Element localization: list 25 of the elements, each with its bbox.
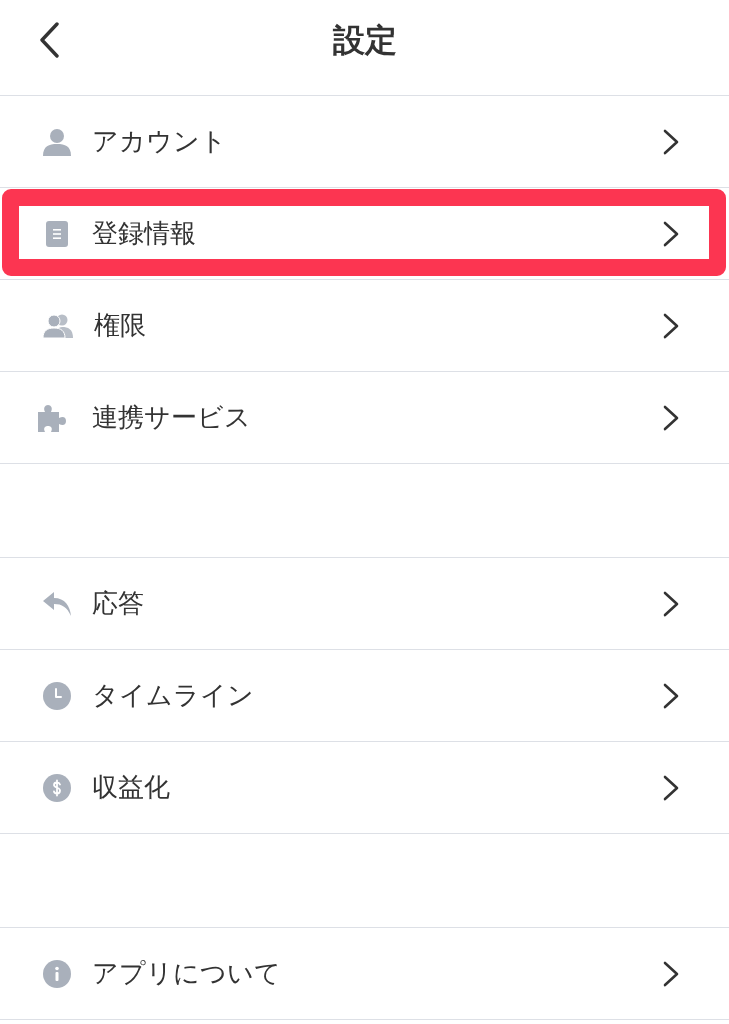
chevron-right-icon	[663, 312, 679, 339]
chevron-right-icon	[663, 404, 679, 431]
settings-item[interactable]: アカウント	[0, 96, 729, 188]
info-icon	[43, 959, 71, 988]
settings-item[interactable]: 収益化	[0, 742, 729, 834]
chevron-right-icon	[663, 590, 679, 617]
dollar-coin-icon	[43, 773, 71, 802]
reply-arrow-icon	[43, 591, 71, 616]
settings-item[interactable]: タイムライン	[0, 650, 729, 742]
clock-icon	[43, 681, 71, 710]
chevron-right-icon	[663, 128, 679, 155]
settings-item[interactable]: アプリについて	[0, 928, 729, 1020]
people-icon	[43, 313, 73, 338]
settings-item[interactable]: 権限	[0, 280, 729, 372]
settings-item[interactable]: 連携サービス	[0, 372, 729, 464]
chevron-left-icon	[38, 22, 60, 58]
settings-item[interactable]: 登録情報	[0, 188, 729, 280]
document-icon	[46, 220, 68, 247]
chevron-right-icon	[663, 774, 679, 801]
chevron-right-icon	[663, 960, 679, 987]
chevron-right-icon	[663, 220, 679, 247]
chevron-right-icon	[663, 682, 679, 709]
page-title: 設定	[332, 19, 397, 61]
person-icon	[43, 127, 71, 156]
settings-item[interactable]: 応答	[0, 558, 729, 650]
